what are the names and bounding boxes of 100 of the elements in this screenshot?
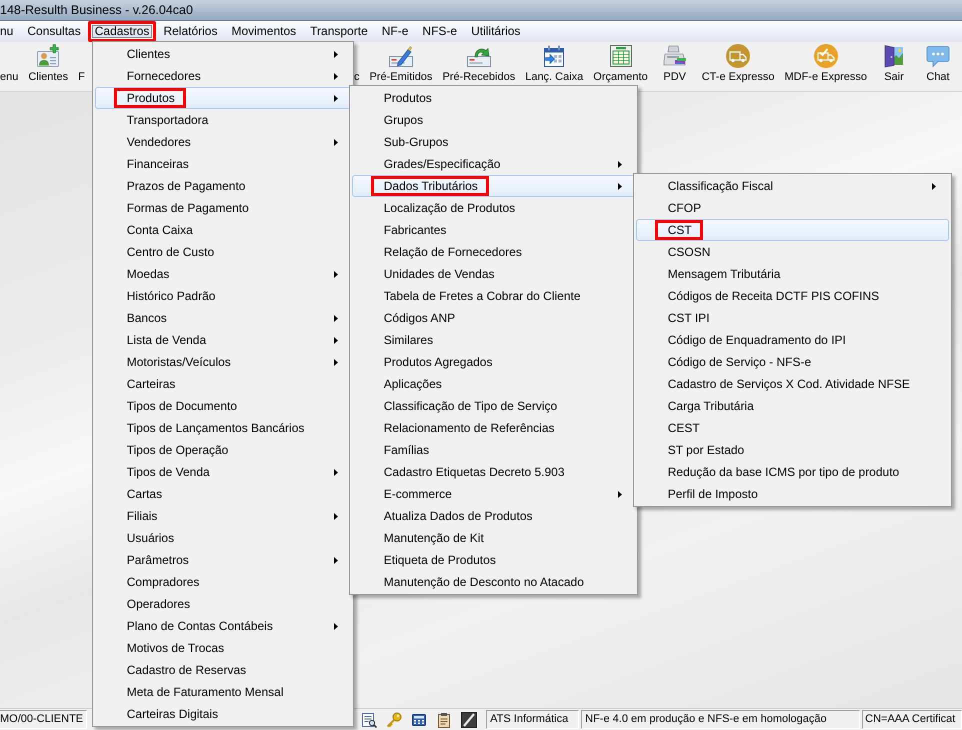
menu-item[interactable]: CSOSN — [636, 241, 949, 263]
menu-item[interactable]: Classificação de Tipo de Serviço — [352, 395, 635, 417]
menu-item[interactable]: Bancos — [94, 307, 351, 329]
menu-item[interactable]: Tipos de Operação — [94, 439, 351, 461]
toolbar-button[interactable]: Clientes — [23, 42, 74, 91]
menu-item[interactable]: CST IPI — [636, 307, 949, 329]
menu-item[interactable]: Código de Enquadramento do IPI — [636, 329, 949, 351]
menu-item[interactable]: Sub-Grupos — [352, 131, 635, 153]
menu-item[interactable]: Mensagem Tributária — [636, 263, 949, 285]
menu-item[interactable]: Relação de Fornecedores — [352, 241, 635, 263]
menu-item[interactable]: Cadastro Etiquetas Decreto 5.903 — [352, 461, 635, 483]
clipboard-icon[interactable] — [436, 712, 452, 728]
menu-item[interactable]: Cadastro de Serviços X Cod. Atividade NFSE — [636, 373, 949, 395]
menu-item[interactable]: Cadastro de Reservas — [94, 659, 351, 681]
menu-item[interactable]: Carteiras Digitais — [94, 703, 351, 725]
menu-item[interactable]: Redução da base ICMS por tipo de produto — [636, 461, 949, 483]
menu-item[interactable]: CST — [636, 219, 949, 241]
toolbar-button[interactable]: enu — [0, 42, 24, 91]
menu-item[interactable]: Meta de Faturamento Mensal — [94, 681, 351, 703]
menu-item[interactable]: Transportadora — [94, 109, 351, 131]
submenu-arrow-icon — [334, 358, 338, 366]
menu-item[interactable]: Códigos de Receita DCTF PIS COFINS — [636, 285, 949, 307]
status-panel: NF-e 4.0 em produção e NFS-e em homologação — [581, 710, 860, 729]
slash-tile-icon[interactable] — [461, 712, 478, 728]
menu-item[interactable]: Usuários — [94, 527, 351, 549]
menu-bar-item[interactable]: Transporte — [303, 21, 375, 42]
submenu-arrow-icon — [932, 182, 936, 190]
menu-item[interactable]: Similares — [352, 329, 635, 351]
menu-item[interactable]: Moedas — [94, 263, 351, 285]
menu-bar-item[interactable]: Cadastros — [88, 21, 156, 42]
menu-item[interactable]: Famílias — [352, 439, 635, 461]
menu-item[interactable]: Unidades de Vendas — [352, 263, 635, 285]
menu-item[interactable]: Relacionamento de Referências — [352, 417, 635, 439]
menu-item[interactable]: Tipos de Lançamentos Bancários — [94, 417, 351, 439]
submenu-arrow-icon — [618, 182, 622, 190]
status-panel: ATS Informática — [486, 710, 580, 729]
menu-item[interactable]: E-commerce — [352, 483, 635, 505]
menu-item[interactable]: Lista de Venda — [94, 329, 351, 351]
menu-item[interactable]: Etiqueta de Produtos — [352, 549, 635, 571]
menu-item[interactable]: ST por Estado — [636, 439, 949, 461]
menu-item[interactable]: Compradores — [94, 571, 351, 593]
menu-item[interactable]: Perfil de Imposto — [636, 483, 949, 505]
menu-item[interactable]: Clientes — [94, 43, 351, 65]
menu-bar-item[interactable]: NFS-e — [415, 21, 464, 42]
menu-item[interactable]: Formas de Pagamento — [94, 197, 351, 219]
toolbar-button[interactable]: F — [73, 42, 85, 91]
menu-item[interactable]: Prazos de Pagamento — [94, 175, 351, 197]
menu-bar-item[interactable]: Relatórios — [156, 21, 224, 42]
menu-item[interactable]: Parâmetros — [94, 549, 351, 571]
menu-item[interactable]: Tipos de Venda — [94, 461, 351, 483]
menu-item[interactable]: Vendedores — [94, 131, 351, 153]
menu-item[interactable]: Tabela de Fretes a Cobrar do Cliente — [352, 285, 635, 307]
menu-item[interactable]: CFOP — [636, 197, 949, 219]
menu-bar-item[interactable]: Movimentos — [224, 21, 304, 42]
menu-item[interactable]: Classificação Fiscal — [636, 175, 949, 197]
menu-item[interactable]: Centro de Custo — [94, 241, 351, 263]
menu-item[interactable]: Manutenção de Kit — [352, 527, 635, 549]
menu-item[interactable]: Plano de Contas Contábeis — [94, 615, 351, 637]
toolbar-button[interactable]: PDV — [652, 42, 697, 91]
menu-item[interactable]: Fabricantes — [352, 219, 635, 241]
toolbar-button[interactable]: MDF-e Expresso — [779, 42, 872, 91]
toolbar-button[interactable]: CT-e Expresso — [696, 42, 780, 91]
submenu-arrow-icon — [334, 314, 338, 322]
menu-item[interactable]: Conta Caixa — [94, 219, 351, 241]
submenu-arrow-icon — [334, 138, 338, 146]
menu-item[interactable]: Grupos — [352, 109, 635, 131]
menu-item[interactable]: Atualiza Dados de Produtos — [352, 505, 635, 527]
menu-bar-item[interactable]: nu — [0, 21, 20, 42]
menu-bar-item[interactable]: Consultas — [20, 21, 88, 42]
menu-item[interactable]: Carteiras — [94, 373, 351, 395]
key-icon[interactable] — [386, 712, 402, 728]
menu-item[interactable]: Localização de Produtos — [352, 197, 635, 219]
menu-item[interactable]: Histórico Padrão — [94, 285, 351, 307]
calculator-icon[interactable] — [411, 712, 428, 728]
toolbar-button[interactable]: Sair — [872, 42, 916, 91]
submenu-arrow-icon — [334, 556, 338, 564]
submenu-arrow-icon — [618, 490, 622, 498]
document-search-icon[interactable] — [361, 712, 378, 728]
menu-item[interactable]: CEST — [636, 417, 949, 439]
menu-item[interactable]: Filiais — [94, 505, 351, 527]
door-icon — [882, 44, 906, 68]
menu-item[interactable]: Dados Tributários — [352, 175, 635, 197]
menu-item[interactable]: Manutenção de Desconto no Atacado — [352, 571, 635, 593]
menu-item[interactable]: Produtos — [94, 87, 351, 109]
menu-item[interactable]: Tipos de Documento — [94, 395, 351, 417]
menu-item[interactable]: Códigos ANP — [352, 307, 635, 329]
menu-item[interactable]: Operadores — [94, 593, 351, 615]
menu-item[interactable]: Fornecedores — [94, 65, 351, 87]
menu-item[interactable]: Código de Serviço - NFS-e — [636, 351, 949, 373]
menu-item[interactable]: Financeiras — [94, 153, 351, 175]
menu-item[interactable]: Produtos Agregados — [352, 351, 635, 373]
menu-item[interactable]: Grades/Especificação — [352, 153, 635, 175]
menu-item[interactable]: Cartas — [94, 483, 351, 505]
menu-bar-item[interactable]: Utilitários — [464, 21, 528, 42]
menu-item[interactable]: Motoristas/Veículos — [94, 351, 351, 373]
menu-item[interactable]: Carga Tributária — [636, 395, 949, 417]
menu-item[interactable]: Motivos de Trocas — [94, 637, 351, 659]
menu-item[interactable]: Aplicações — [352, 373, 635, 395]
menu-bar-item[interactable]: NF-e — [374, 21, 416, 42]
toolbar-button[interactable]: Chat — [916, 42, 960, 91]
